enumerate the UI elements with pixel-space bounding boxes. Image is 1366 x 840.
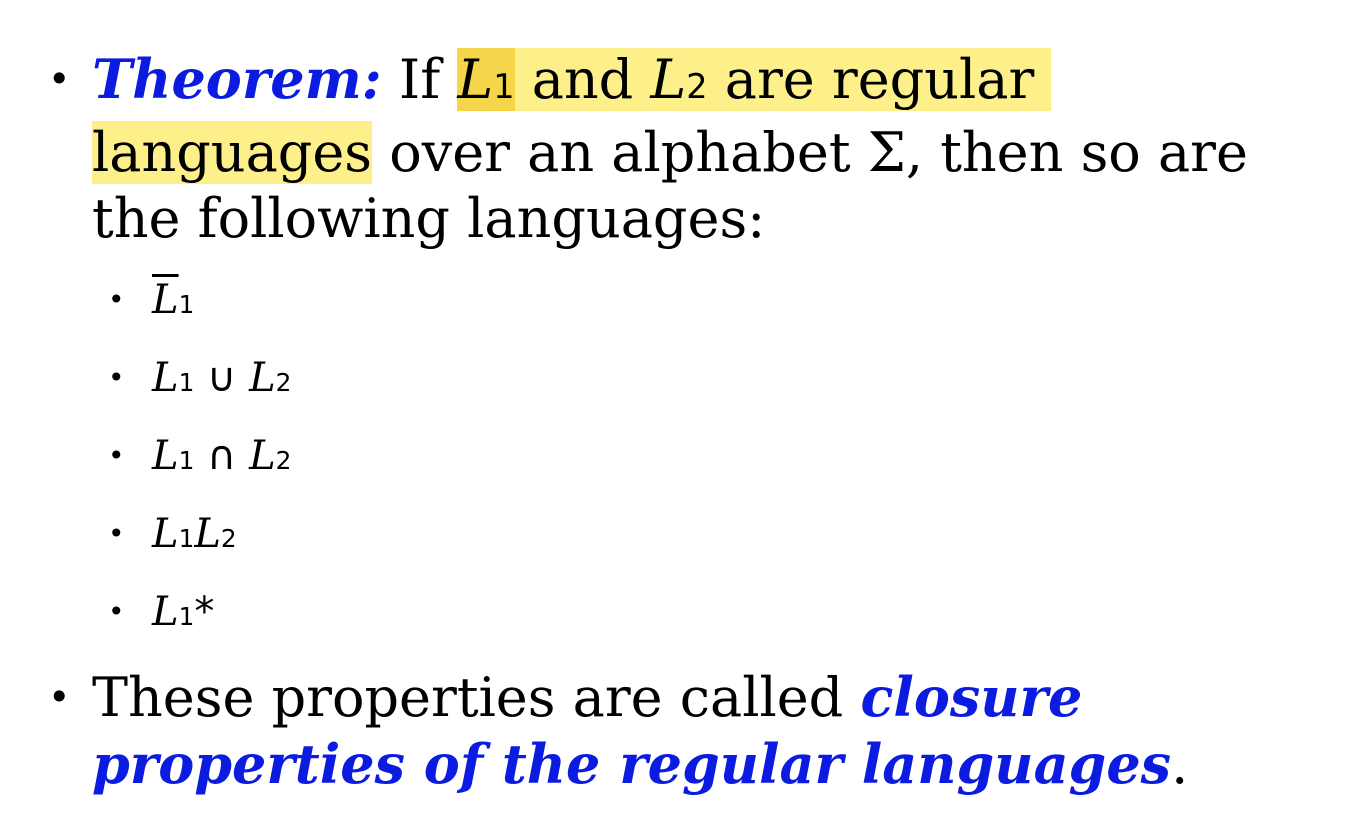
- theorem-text: Theorem: If L1 and L2 are regular langua…: [92, 46, 1342, 252]
- theorem-label: Theorem:: [92, 47, 382, 111]
- bullet-dot: •: [108, 595, 125, 628]
- if-word: If: [398, 48, 441, 111]
- bullet-dot: •: [108, 283, 125, 316]
- bullet-dot: •: [108, 439, 125, 472]
- slide: • Theorem: If L1 and L2 are regular lang…: [0, 0, 1366, 840]
- math-L2: L2: [650, 48, 708, 111]
- closure-text: These properties are called closure prop…: [92, 665, 1189, 796]
- bullet-dot: •: [48, 675, 71, 719]
- math-L1: L1: [457, 48, 515, 111]
- bullet-dot: •: [48, 57, 71, 101]
- bullet-dot: •: [108, 517, 125, 550]
- bullet-dot: •: [108, 361, 125, 394]
